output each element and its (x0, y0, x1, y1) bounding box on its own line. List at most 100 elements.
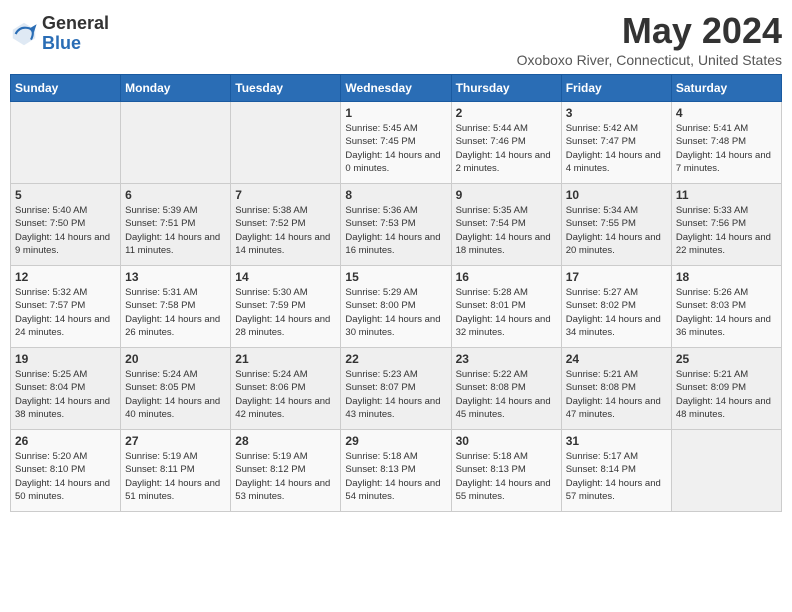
calendar-day-cell: 29Sunrise: 5:18 AMSunset: 8:13 PMDayligh… (341, 430, 451, 512)
weekday-header-cell: Thursday (451, 75, 561, 102)
day-info: Sunrise: 5:44 AMSunset: 7:46 PMDaylight:… (456, 122, 557, 175)
calendar-day-cell: 18 Sunrise: 5:26 AMSunset: 8:03 PMDayligh… (671, 266, 781, 348)
day-info: Sunrise: 5:21 AMSunset: 8:08 PMDaylight:… (566, 368, 667, 421)
calendar-week-row: 12Sunrise: 5:32 AMSunset: 7:57 PMDayligh… (11, 266, 782, 348)
day-info: Sunrise: 5:30 AMSunset: 7:59 PMDaylight:… (235, 286, 336, 339)
day-number: 6 (125, 188, 226, 202)
day-info: Sunrise: 5:18 AMSunset: 8:13 PMDaylight:… (456, 450, 557, 503)
title-area: May 2024 Oxoboxo River, Connecticut, Uni… (517, 10, 782, 68)
calendar-day-cell: 7 Sunrise: 5:38 AMSunset: 7:52 PMDaylight… (231, 184, 341, 266)
day-number: 4 (676, 106, 777, 120)
calendar-day-cell (121, 102, 231, 184)
day-number: 27 (125, 434, 226, 448)
weekday-header-row: SundayMondayTuesdayWednesdayThursdayFrid… (11, 75, 782, 102)
day-number: 30 (456, 434, 557, 448)
calendar-day-cell: 28 Sunrise: 5:19 AMSunset: 8:12 PMDayligh… (231, 430, 341, 512)
calendar-day-cell: 31Sunrise: 5:17 AMSunset: 8:14 PMDayligh… (561, 430, 671, 512)
month-title: May 2024 (517, 10, 782, 52)
calendar-day-cell: 8 Sunrise: 5:36 AMSunset: 7:53 PMDaylight… (341, 184, 451, 266)
calendar-day-cell: 16 Sunrise: 5:28 AMSunset: 8:01 PMDayligh… (451, 266, 561, 348)
day-info: Sunrise: 5:28 AMSunset: 8:01 PMDaylight:… (456, 286, 557, 339)
day-info: Sunrise: 5:18 AMSunset: 8:13 PMDaylight:… (345, 450, 446, 503)
calendar-day-cell: 26Sunrise: 5:20 AMSunset: 8:10 PMDayligh… (11, 430, 121, 512)
day-number: 26 (15, 434, 116, 448)
calendar-day-cell: 10Sunrise: 5:34 AMSunset: 7:55 PMDayligh… (561, 184, 671, 266)
calendar-day-cell: 20 Sunrise: 5:24 AMSunset: 8:05 PMDayligh… (121, 348, 231, 430)
day-number: 8 (345, 188, 446, 202)
day-number: 28 (235, 434, 336, 448)
day-number: 23 (456, 352, 557, 366)
calendar-day-cell: 22Sunrise: 5:23 AMSunset: 8:07 PMDayligh… (341, 348, 451, 430)
weekday-header-cell: Saturday (671, 75, 781, 102)
calendar-day-cell (671, 430, 781, 512)
day-info: Sunrise: 5:27 AMSunset: 8:02 PMDaylight:… (566, 286, 667, 339)
day-info: Sunrise: 5:38 AMSunset: 7:52 PMDaylight:… (235, 204, 336, 257)
calendar-week-row: 5 Sunrise: 5:40 AMSunset: 7:50 PMDaylight… (11, 184, 782, 266)
header: General Blue May 2024 Oxoboxo River, Con… (10, 10, 782, 68)
day-number: 7 (235, 188, 336, 202)
logo-general-text: General (42, 14, 109, 34)
day-info: Sunrise: 5:19 AMSunset: 8:11 PMDaylight:… (125, 450, 226, 503)
day-info: Sunrise: 5:40 AMSunset: 7:50 PMDaylight:… (15, 204, 116, 257)
day-number: 1 (345, 106, 446, 120)
day-number: 14 (235, 270, 336, 284)
day-number: 31 (566, 434, 667, 448)
logo-blue-text: Blue (42, 34, 109, 54)
calendar-day-cell: 24 Sunrise: 5:21 AMSunset: 8:08 PMDayligh… (561, 348, 671, 430)
calendar-day-cell: 27 Sunrise: 5:19 AMSunset: 8:11 PMDayligh… (121, 430, 231, 512)
calendar-table: SundayMondayTuesdayWednesdayThursdayFrid… (10, 74, 782, 512)
day-number: 20 (125, 352, 226, 366)
calendar-week-row: 26Sunrise: 5:20 AMSunset: 8:10 PMDayligh… (11, 430, 782, 512)
calendar-day-cell: 25Sunrise: 5:21 AMSunset: 8:09 PMDayligh… (671, 348, 781, 430)
day-number: 17 (566, 270, 667, 284)
calendar-day-cell: 17 Sunrise: 5:27 AMSunset: 8:02 PMDayligh… (561, 266, 671, 348)
day-number: 19 (15, 352, 116, 366)
day-number: 9 (456, 188, 557, 202)
calendar-day-cell: 14 Sunrise: 5:30 AMSunset: 7:59 PMDayligh… (231, 266, 341, 348)
calendar-day-cell: 11 Sunrise: 5:33 AMSunset: 7:56 PMDayligh… (671, 184, 781, 266)
day-info: Sunrise: 5:41 AMSunset: 7:48 PMDaylight:… (676, 122, 777, 175)
day-number: 15 (345, 270, 446, 284)
calendar-day-cell: 19 Sunrise: 5:25 AMSunset: 8:04 PMDayligh… (11, 348, 121, 430)
calendar-day-cell: 21Sunrise: 5:24 AMSunset: 8:06 PMDayligh… (231, 348, 341, 430)
calendar-day-cell (11, 102, 121, 184)
day-info: Sunrise: 5:24 AMSunset: 8:05 PMDaylight:… (125, 368, 226, 421)
day-info: Sunrise: 5:33 AMSunset: 7:56 PMDaylight:… (676, 204, 777, 257)
day-info: Sunrise: 5:42 AMSunset: 7:47 PMDaylight:… (566, 122, 667, 175)
calendar-week-row: 1Sunrise: 5:45 AMSunset: 7:45 PMDaylight… (11, 102, 782, 184)
calendar-day-cell: 2 Sunrise: 5:44 AMSunset: 7:46 PMDaylight… (451, 102, 561, 184)
day-number: 2 (456, 106, 557, 120)
day-number: 3 (566, 106, 667, 120)
day-info: Sunrise: 5:36 AMSunset: 7:53 PMDaylight:… (345, 204, 446, 257)
day-number: 21 (235, 352, 336, 366)
day-info: Sunrise: 5:19 AMSunset: 8:12 PMDaylight:… (235, 450, 336, 503)
day-number: 11 (676, 188, 777, 202)
calendar-day-cell: 12Sunrise: 5:32 AMSunset: 7:57 PMDayligh… (11, 266, 121, 348)
calendar-day-cell: 9Sunrise: 5:35 AMSunset: 7:54 PMDaylight… (451, 184, 561, 266)
day-info: Sunrise: 5:23 AMSunset: 8:07 PMDaylight:… (345, 368, 446, 421)
day-info: Sunrise: 5:22 AMSunset: 8:08 PMDaylight:… (456, 368, 557, 421)
calendar-day-cell: 23 Sunrise: 5:22 AMSunset: 8:08 PMDayligh… (451, 348, 561, 430)
day-info: Sunrise: 5:34 AMSunset: 7:55 PMDaylight:… (566, 204, 667, 257)
day-info: Sunrise: 5:26 AMSunset: 8:03 PMDaylight:… (676, 286, 777, 339)
day-info: Sunrise: 5:39 AMSunset: 7:51 PMDaylight:… (125, 204, 226, 257)
day-number: 24 (566, 352, 667, 366)
day-info: Sunrise: 5:25 AMSunset: 8:04 PMDaylight:… (15, 368, 116, 421)
weekday-header-cell: Tuesday (231, 75, 341, 102)
day-number: 18 (676, 270, 777, 284)
calendar-day-cell: 15 Sunrise: 5:29 AMSunset: 8:00 PMDayligh… (341, 266, 451, 348)
day-number: 25 (676, 352, 777, 366)
weekday-header-cell: Wednesday (341, 75, 451, 102)
logo: General Blue (10, 14, 109, 54)
calendar-day-cell: 1Sunrise: 5:45 AMSunset: 7:45 PMDaylight… (341, 102, 451, 184)
calendar-day-cell: 6 Sunrise: 5:39 AMSunset: 7:51 PMDaylight… (121, 184, 231, 266)
calendar-body: 1Sunrise: 5:45 AMSunset: 7:45 PMDaylight… (11, 102, 782, 512)
weekday-header-cell: Sunday (11, 75, 121, 102)
logo-text: General Blue (42, 14, 109, 54)
day-info: Sunrise: 5:29 AMSunset: 8:00 PMDaylight:… (345, 286, 446, 339)
day-number: 16 (456, 270, 557, 284)
day-info: Sunrise: 5:31 AMSunset: 7:58 PMDaylight:… (125, 286, 226, 339)
calendar-day-cell (231, 102, 341, 184)
calendar-day-cell: 4 Sunrise: 5:41 AMSunset: 7:48 PMDaylight… (671, 102, 781, 184)
day-number: 5 (15, 188, 116, 202)
